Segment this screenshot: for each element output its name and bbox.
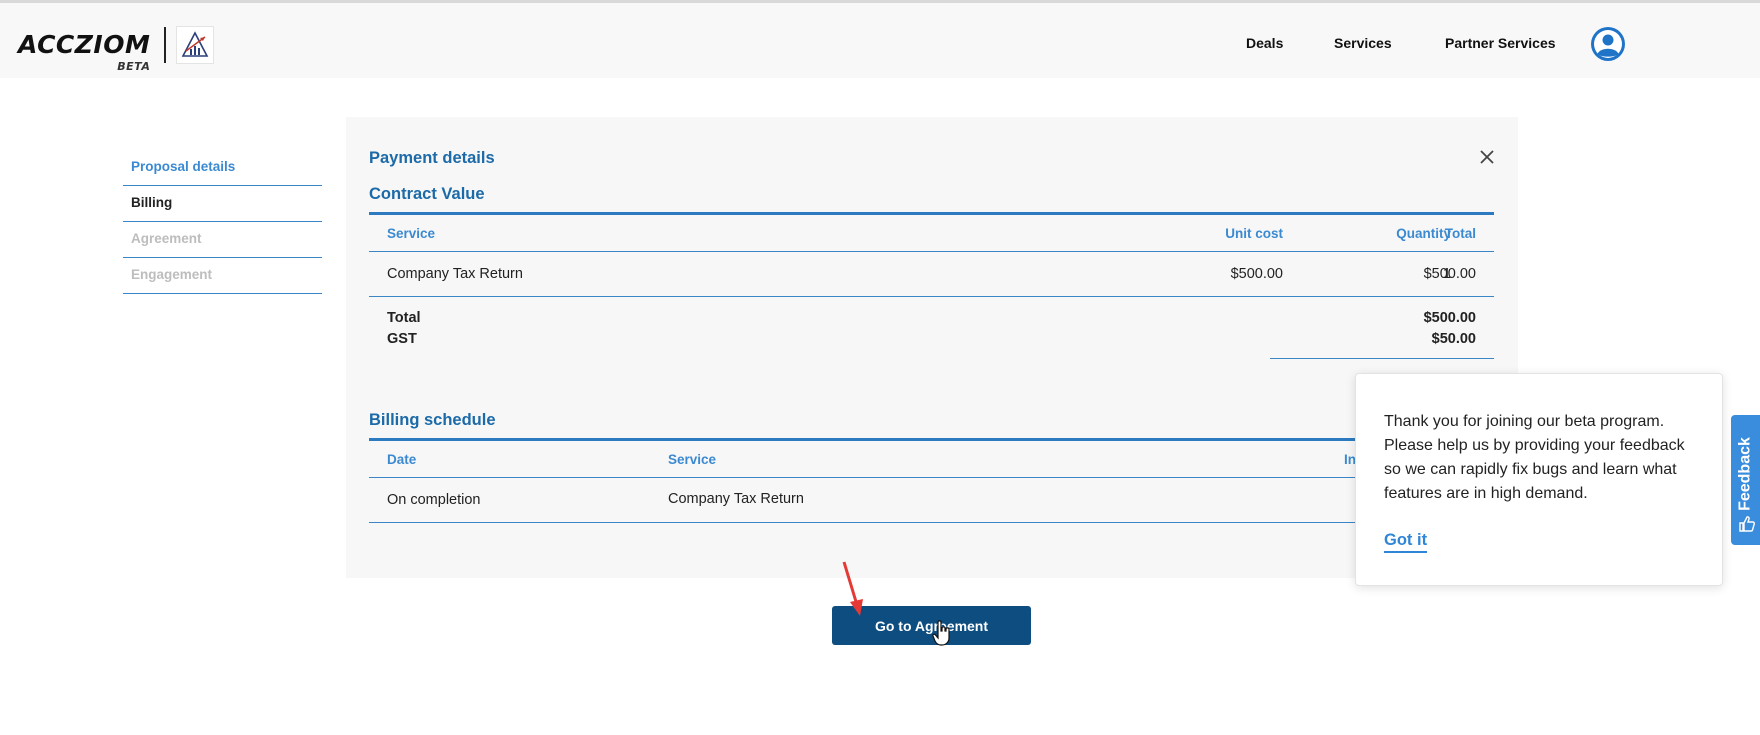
table-divider — [369, 477, 1494, 478]
summary-gst-label: GST — [387, 331, 417, 347]
got-it-link[interactable]: Got it — [1384, 531, 1428, 553]
partner-logo-icon — [176, 26, 215, 64]
table-divider — [369, 522, 1494, 523]
contract-value-title: Contract Value — [369, 185, 485, 203]
sidebar-item-agreement: Agreement — [123, 222, 322, 258]
billing-schedule-title: Billing schedule — [369, 411, 496, 429]
payment-details-panel: Payment details Contract Value Service U… — [346, 117, 1518, 578]
sidebar-item-engagement: Engagement — [123, 258, 322, 294]
feedback-tab[interactable]: Feedback — [1731, 415, 1760, 545]
summary-total-value: $500.00 — [1423, 310, 1476, 326]
logo-divider — [164, 27, 167, 63]
steps-sidebar: Proposal details Billing Agreement Engag… — [123, 150, 322, 294]
user-avatar-icon[interactable] — [1591, 27, 1625, 61]
col-header-date: Date — [387, 452, 417, 467]
logo-name: ACCZIOM — [18, 30, 151, 59]
col-header-billing-service: Service — [668, 452, 717, 467]
red-arrow-icon — [842, 561, 863, 616]
contract-row-total: $500.00 — [1423, 266, 1476, 282]
table-divider — [369, 251, 1494, 252]
beta-feedback-popup: Thank you for joining our beta program. … — [1355, 373, 1723, 586]
hand-cursor-icon — [932, 620, 950, 646]
logo-wordmark: ACCZIOM BETA — [18, 32, 150, 73]
col-header-unit-cost: Unit cost — [1225, 226, 1283, 241]
section-divider — [369, 438, 1494, 441]
sidebar-item-proposal-details[interactable]: Proposal details — [123, 150, 322, 186]
feedback-label: Feedback — [1736, 437, 1754, 511]
contract-row-unit-cost: $500.00 — [1230, 266, 1283, 282]
table-divider — [369, 296, 1494, 297]
thumbs-up-icon — [1739, 516, 1755, 532]
summary-total-label: Total — [387, 310, 421, 326]
sidebar-item-billing[interactable]: Billing — [123, 186, 322, 222]
summary-gst-value: $50.00 — [1431, 331, 1476, 347]
billing-row-service: Company Tax Return — [668, 491, 804, 507]
popup-message: Thank you for joining our beta program. … — [1384, 413, 1685, 502]
close-icon[interactable] — [1477, 147, 1497, 167]
col-header-service: Service — [387, 226, 436, 241]
nav-services[interactable]: Services — [1334, 35, 1392, 51]
contract-row-service: Company Tax Return — [387, 266, 523, 282]
top-header: ACCZIOM BETA Deals Services Partner Serv… — [0, 3, 1760, 78]
logo-beta-badge: BETA — [117, 60, 151, 73]
brand-logo[interactable]: ACCZIOM BETA — [18, 25, 215, 73]
billing-row-date: On completion — [387, 492, 481, 508]
col-header-total: Total — [1444, 226, 1476, 241]
panel-title: Payment details — [369, 149, 495, 167]
nav-deals[interactable]: Deals — [1246, 35, 1283, 51]
section-divider — [369, 212, 1494, 215]
summary-divider — [1270, 358, 1494, 359]
nav-partner-services[interactable]: Partner Services — [1445, 35, 1556, 51]
